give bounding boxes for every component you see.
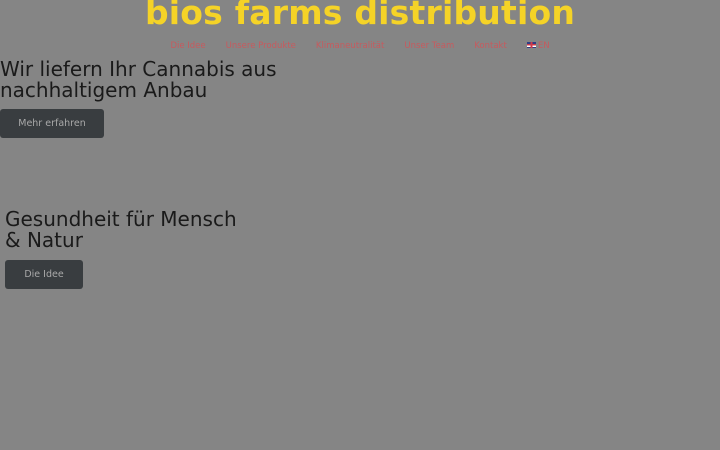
- nav-item-unser-team[interactable]: Unser Team: [404, 41, 454, 51]
- nav-item-kontakt[interactable]: Kontakt: [474, 41, 507, 51]
- brand-logo[interactable]: bios farms distribution: [0, 0, 720, 35]
- page: bios farms distribution Die Idee Unsere …: [0, 0, 720, 450]
- nav-item-klimaneutralitaet[interactable]: Klimaneutralität: [316, 41, 384, 51]
- idea-button[interactable]: Die Idee: [5, 260, 83, 289]
- main-nav: Die Idee Unsere Produkte Klimaneutralitä…: [0, 41, 720, 51]
- section-title: Gesundheit für Mensch & Natur: [5, 207, 237, 252]
- uk-flag-icon: [526, 42, 536, 48]
- learn-more-button[interactable]: Mehr erfahren: [0, 109, 104, 138]
- language-switch[interactable]: EN: [526, 41, 550, 51]
- nav-item-unsere-produkte[interactable]: Unsere Produkte: [226, 41, 296, 51]
- hero-title: Wir liefern Ihr Cannabis aus nachhaltige…: [0, 57, 277, 102]
- nav-item-die-idee[interactable]: Die Idee: [170, 41, 205, 51]
- language-label: EN: [537, 41, 550, 51]
